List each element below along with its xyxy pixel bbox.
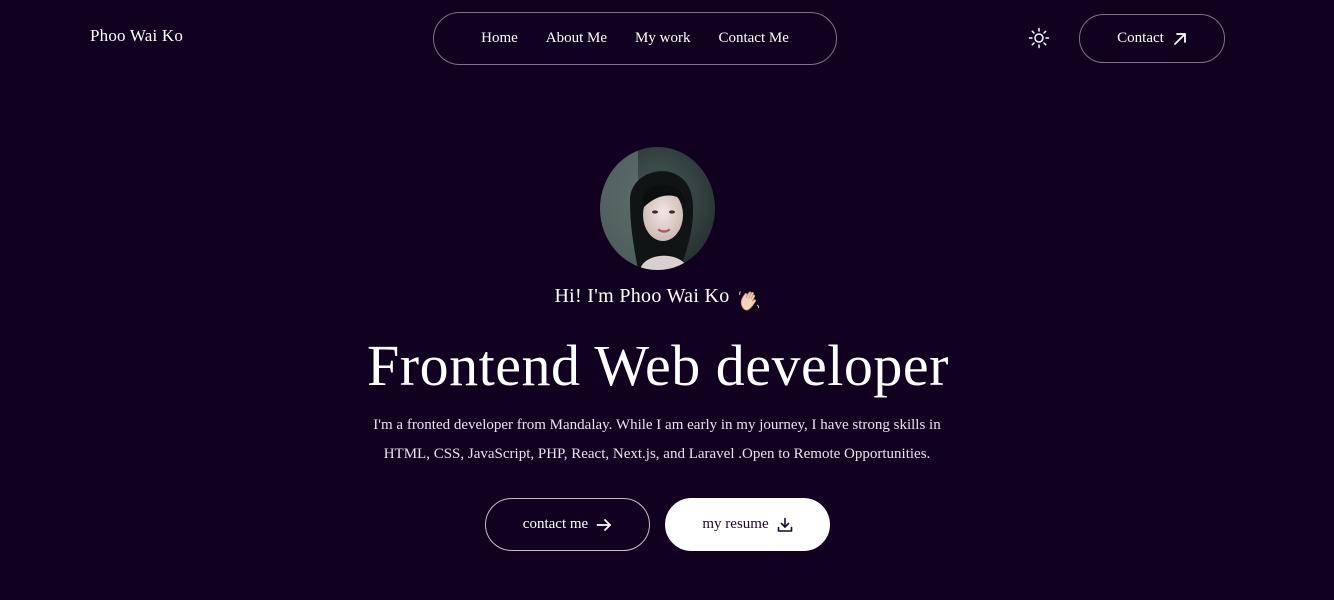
- arrow-up-right-icon: [1173, 32, 1187, 46]
- my-resume-button[interactable]: my resume: [665, 498, 830, 551]
- hero-title: Frontend Web developer: [367, 333, 949, 398]
- nav-link-contact[interactable]: Contact Me: [718, 30, 788, 47]
- main-nav: Home About Me My work Contact Me: [433, 12, 837, 65]
- download-icon: [777, 517, 793, 533]
- contact-me-button[interactable]: contact me: [485, 498, 650, 551]
- header-contact-label: Contact: [1117, 30, 1164, 46]
- hero-description: I'm a fronted developer from Mandalay. W…: [347, 411, 967, 469]
- sun-icon: [1028, 27, 1050, 49]
- waving-hand-icon: [738, 289, 760, 311]
- arrow-right-icon: [596, 518, 612, 532]
- profile-avatar: [600, 147, 715, 270]
- contact-me-label: contact me: [522, 516, 589, 532]
- greeting-row: Hi! I'm Phoo Wai Ko: [0, 285, 1314, 311]
- nav-link-home[interactable]: Home: [481, 30, 518, 47]
- header-contact-button[interactable]: Contact: [1079, 14, 1225, 63]
- my-resume-label: my resume: [702, 516, 769, 532]
- hero-description-line-2: HTML, CSS, JavaScript, PHP, React, Next.…: [383, 446, 931, 462]
- nav-link-about[interactable]: About Me: [546, 30, 607, 47]
- site-logo[interactable]: Phoo Wai Ko: [90, 26, 183, 46]
- theme-toggle-button[interactable]: [1027, 26, 1051, 50]
- greeting-text: Hi! I'm Phoo Wai Ko: [554, 285, 730, 307]
- hero-description-line-1: I'm a fronted developer from Mandalay. W…: [373, 417, 941, 433]
- nav-link-work[interactable]: My work: [635, 30, 690, 47]
- site-header: Phoo Wai Ko Home About Me My work Contac…: [0, 0, 1334, 76]
